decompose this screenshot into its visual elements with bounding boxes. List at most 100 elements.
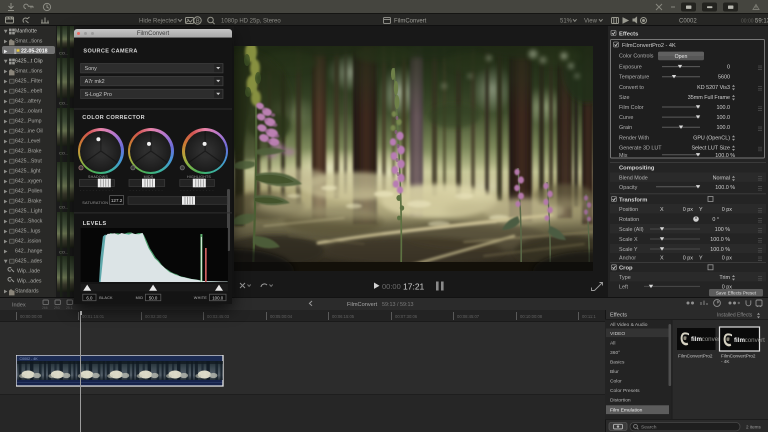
- svg-text:51%: 51%: [560, 19, 573, 25]
- svg-text:Distortion: Distortion: [610, 398, 631, 404]
- svg-text:LEVELS: LEVELS: [83, 221, 107, 227]
- svg-text:Installed Effects: Installed Effects: [717, 312, 753, 318]
- svg-text:642...oolant: 642...oolant: [15, 109, 43, 115]
- svg-text:6425...Light: 6425...Light: [15, 209, 43, 215]
- svg-text:6425...ades: 6425...ades: [15, 259, 43, 265]
- svg-text:Position: Position: [619, 207, 638, 213]
- svg-text:Render With: Render With: [619, 135, 649, 141]
- svg-text:HIGHLIGHTS: HIGHLIGHTS: [187, 175, 211, 179]
- svg-text:CO...: CO...: [59, 250, 68, 255]
- svg-text:X: X: [660, 207, 664, 213]
- svg-text:0: 0: [727, 65, 730, 71]
- svg-text:Wip...lade: Wip...lade: [17, 269, 40, 275]
- svg-text:642...Shock: 642...Shock: [15, 219, 43, 225]
- svg-text:FilmConvertPro2: FilmConvertPro2: [678, 354, 713, 359]
- svg-text:X: X: [660, 255, 664, 261]
- svg-text:6425...ebelt: 6425...ebelt: [15, 89, 43, 95]
- svg-text:127.2: 127.2: [111, 198, 123, 203]
- svg-text:Film Color: Film Color: [619, 105, 644, 111]
- svg-text:Wip...ades: Wip...ades: [17, 279, 42, 285]
- svg-text:Anchor: Anchor: [619, 255, 636, 261]
- svg-text:00:06:15:05: 00:06:15:05: [332, 314, 355, 319]
- svg-text:Sony: Sony: [85, 66, 98, 72]
- svg-text:Generate 3D LUT: Generate 3D LUT: [619, 145, 662, 151]
- svg-text:Effects: Effects: [610, 312, 627, 318]
- svg-text:100.0 %: 100.0 %: [715, 153, 735, 159]
- svg-text:FilmConvertPro2: FilmConvertPro2: [721, 354, 756, 359]
- svg-text:6425...t Clip: 6425...t Clip: [15, 59, 43, 65]
- svg-text:00:07:30:06: 00:07:30:06: [395, 314, 418, 319]
- svg-text:CO...: CO...: [59, 205, 68, 210]
- svg-text:642...Level: 642...Level: [15, 139, 40, 145]
- svg-text:KD 5207 Vis3: KD 5207 Vis3: [697, 85, 730, 91]
- svg-text:A7r mk2: A7r mk2: [85, 79, 105, 85]
- svg-text:100.0 %: 100.0 %: [710, 247, 730, 253]
- svg-text:6.0: 6.0: [86, 295, 93, 300]
- svg-text:Blend Mode: Blend Mode: [619, 176, 648, 182]
- svg-text:6425...Strut: 6425...Strut: [15, 159, 42, 165]
- svg-text:Trim: Trim: [719, 275, 730, 281]
- svg-text:C0002: C0002: [679, 19, 697, 25]
- svg-text:100.0: 100.0: [717, 125, 731, 131]
- svg-text:Convert to: Convert to: [619, 85, 644, 91]
- svg-text:FilmConvertPro2 - 4K: FilmConvertPro2 - 4K: [622, 43, 676, 49]
- svg-text:SHADOWS: SHADOWS: [88, 175, 108, 179]
- svg-text:S-Log2 Pro: S-Log2 Pro: [85, 92, 112, 98]
- svg-text:0 °: 0 °: [712, 217, 719, 223]
- svg-text:Effects: Effects: [619, 31, 638, 37]
- svg-text:Compositing: Compositing: [619, 165, 655, 171]
- svg-text:CO...: CO...: [59, 101, 68, 106]
- svg-text:100.0: 100.0: [717, 115, 731, 121]
- svg-text:Exposure: Exposure: [619, 65, 642, 71]
- svg-text:Opacity: Opacity: [619, 185, 638, 191]
- svg-text:Film Emulation: Film Emulation: [610, 407, 643, 413]
- svg-text:Crop: Crop: [619, 266, 633, 272]
- svg-text:35mm Full Frame: 35mm Full Frame: [688, 95, 730, 101]
- svg-text:Y: Y: [699, 255, 703, 261]
- svg-text:59:13: 59:13: [755, 19, 768, 25]
- svg-text:Color Controls: Color Controls: [619, 53, 654, 59]
- svg-text:FilmConvert: FilmConvert: [347, 302, 378, 308]
- svg-text:6425...lugs: 6425...lugs: [15, 229, 41, 235]
- svg-text:17:21: 17:21: [403, 282, 425, 292]
- svg-text:MID: MID: [136, 296, 144, 300]
- svg-text:CO...: CO...: [59, 151, 68, 156]
- svg-text:00:02:30:02: 00:02:30:02: [145, 314, 168, 319]
- svg-text:00:00: 00:00: [382, 282, 401, 291]
- svg-text:642...Pump: 642...Pump: [15, 119, 42, 125]
- svg-text:00:01:15:01: 00:01:15:01: [82, 314, 105, 319]
- svg-text:22-05-2018: 22-05-2018: [21, 49, 48, 55]
- svg-text:Smar...tions: Smar...tions: [15, 69, 43, 75]
- svg-text:1080p HD 25p, Stereo: 1080p HD 25p, Stereo: [221, 19, 281, 25]
- svg-text:Scale Y: Scale Y: [619, 247, 638, 253]
- svg-text:B: B: [196, 19, 200, 25]
- svg-text:2 items: 2 items: [746, 424, 762, 429]
- svg-text:5600: 5600: [718, 75, 730, 81]
- svg-text:100.0 %: 100.0 %: [715, 185, 735, 191]
- svg-text:Mix: Mix: [619, 153, 628, 159]
- svg-text:100.0: 100.0: [212, 295, 224, 300]
- svg-text:Y: Y: [699, 207, 703, 213]
- svg-text:Blur: Blur: [610, 369, 619, 375]
- svg-text:00:11:1: 00:11:1: [582, 314, 596, 319]
- svg-text:CO...: CO...: [59, 51, 68, 56]
- svg-text:FilmConvert: FilmConvert: [394, 19, 427, 25]
- svg-text:642...ine Oil: 642...ine Oil: [15, 129, 43, 135]
- svg-text:Transform: Transform: [619, 197, 647, 203]
- svg-text:50.0: 50.0: [149, 295, 158, 300]
- svg-text:Type: Type: [619, 275, 631, 281]
- svg-text:642...Brake: 642...Brake: [15, 149, 42, 155]
- svg-text:WHITE: WHITE: [194, 296, 207, 300]
- svg-text:Index: Index: [12, 302, 26, 308]
- svg-text:6425...light: 6425...light: [15, 169, 41, 175]
- svg-text:Save Effects Preset: Save Effects Preset: [716, 290, 757, 295]
- svg-text:Curve: Curve: [619, 115, 633, 121]
- svg-text:Scale X: Scale X: [619, 237, 638, 243]
- svg-text:Grain: Grain: [619, 125, 632, 131]
- svg-text:59:13 / 59:13: 59:13 / 59:13: [382, 302, 413, 308]
- svg-text:0 px: 0 px: [722, 255, 732, 261]
- svg-text:6425...Filter: 6425...Filter: [15, 79, 43, 85]
- svg-text:Size: Size: [619, 95, 630, 101]
- svg-text:SATURATION: SATURATION: [82, 201, 108, 205]
- svg-text:Rotation: Rotation: [619, 217, 639, 223]
